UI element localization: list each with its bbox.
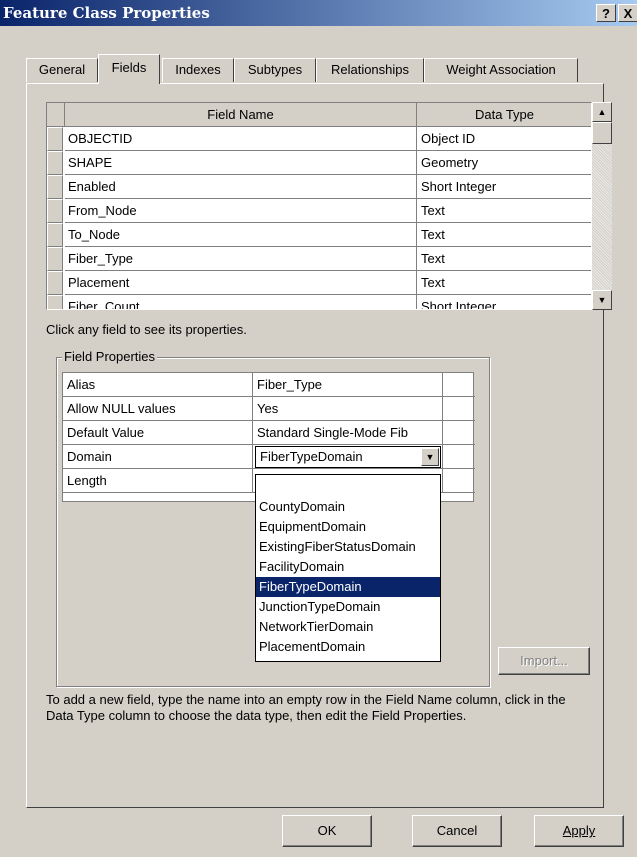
- domain-combobox[interactable]: FiberTypeDomain ▼: [255, 446, 441, 468]
- field-name-cell[interactable]: Fiber_Type: [65, 247, 417, 271]
- table-row[interactable]: Fiber_Count Short Integer: [47, 295, 591, 309]
- tab-indexes[interactable]: Indexes: [162, 58, 234, 82]
- dropdown-option[interactable]: FacilityDomain: [256, 557, 440, 577]
- property-name: Length: [63, 469, 253, 492]
- table-row[interactable]: SHAPE Geometry: [47, 151, 591, 175]
- table-row[interactable]: OBJECTID Object ID: [47, 127, 591, 151]
- property-name: Default Value: [63, 421, 253, 444]
- fields-hint: Click any field to see its properties.: [46, 322, 247, 337]
- field-name-cell[interactable]: OBJECTID: [65, 127, 417, 151]
- dropdown-option[interactable]: CountyDomain: [256, 497, 440, 517]
- help-text: To add a new field, type the name into a…: [46, 692, 566, 723]
- property-name: Allow NULL values: [63, 397, 253, 420]
- row-selector[interactable]: [47, 175, 63, 199]
- apply-button[interactable]: Apply: [534, 815, 624, 847]
- row-selector[interactable]: [47, 247, 63, 271]
- arrow-up-icon: ▲: [597, 107, 607, 117]
- dropdown-option[interactable]: JunctionTypeDomain: [256, 597, 440, 617]
- dropdown-option[interactable]: EquipmentDomain: [256, 517, 440, 537]
- row-selector[interactable]: [47, 127, 63, 151]
- property-value[interactable]: Fiber_Type: [253, 373, 443, 396]
- field-name-header[interactable]: Field Name: [65, 103, 417, 127]
- arrow-down-icon: ▼: [597, 295, 607, 305]
- grid-scrollbar[interactable]: ▲ ▼: [592, 102, 612, 310]
- data-type-cell[interactable]: Text: [417, 271, 591, 295]
- field-name-cell[interactable]: From_Node: [65, 199, 417, 223]
- dropdown-option[interactable]: PlacementDomain: [256, 637, 440, 657]
- property-value[interactable]: Yes: [253, 397, 443, 420]
- tab-fields[interactable]: Fields: [98, 54, 160, 84]
- table-row[interactable]: Enabled Short Integer: [47, 175, 591, 199]
- data-type-cell[interactable]: Text: [417, 223, 591, 247]
- tab-general[interactable]: General: [26, 58, 98, 82]
- row-selector[interactable]: [47, 223, 63, 247]
- domain-dropdown-button[interactable]: ▼: [421, 448, 439, 466]
- tab-weight-association[interactable]: Weight Association: [424, 58, 578, 82]
- data-type-cell[interactable]: Geometry: [417, 151, 591, 175]
- dropdown-option[interactable]: ExistingFiberStatusDomain: [256, 537, 440, 557]
- property-value[interactable]: Standard Single-Mode Fib: [253, 421, 443, 444]
- fields-grid[interactable]: Field Name Data Type OBJECTID Object ID …: [46, 102, 592, 310]
- data-type-cell[interactable]: Text: [417, 247, 591, 271]
- title-bar: Feature Class Properties ? X: [0, 0, 637, 26]
- dropdown-option-selected[interactable]: FiberTypeDomain: [256, 577, 440, 597]
- field-name-cell[interactable]: Placement: [65, 271, 417, 295]
- property-name: Domain: [63, 445, 253, 468]
- tab-relationships[interactable]: Relationships: [316, 58, 424, 82]
- field-properties-label: Field Properties: [62, 349, 158, 364]
- row-selector[interactable]: [47, 295, 63, 309]
- data-type-cell[interactable]: Object ID: [417, 127, 591, 151]
- data-type-cell[interactable]: Short Integer: [417, 295, 591, 309]
- chevron-down-icon: ▼: [425, 452, 435, 462]
- field-name-cell[interactable]: To_Node: [65, 223, 417, 247]
- tab-subtypes[interactable]: Subtypes: [234, 58, 316, 82]
- field-name-cell[interactable]: SHAPE: [65, 151, 417, 175]
- domain-dropdown-list[interactable]: CountyDomain EquipmentDomain ExistingFib…: [255, 474, 441, 662]
- property-row[interactable]: Default Value Standard Single-Mode Fib: [63, 421, 475, 445]
- table-row[interactable]: From_Node Text: [47, 199, 591, 223]
- scroll-up-button[interactable]: ▲: [592, 102, 612, 122]
- ok-button[interactable]: OK: [282, 815, 372, 847]
- dropdown-option[interactable]: NetworkTierDomain: [256, 617, 440, 637]
- table-row[interactable]: To_Node Text: [47, 223, 591, 247]
- data-type-cell[interactable]: Short Integer: [417, 175, 591, 199]
- close-icon: X: [623, 6, 633, 21]
- table-row[interactable]: Fiber_Type Text: [47, 247, 591, 271]
- help-button[interactable]: ?: [596, 4, 616, 22]
- property-row[interactable]: Allow NULL values Yes: [63, 397, 475, 421]
- scroll-thumb[interactable]: [592, 122, 612, 144]
- cancel-button[interactable]: Cancel: [412, 815, 502, 847]
- window-title: Feature Class Properties: [3, 4, 210, 22]
- domain-selected-value: FiberTypeDomain: [260, 449, 363, 464]
- dropdown-option-empty[interactable]: [256, 477, 440, 497]
- data-type-header[interactable]: Data Type: [417, 103, 591, 127]
- field-name-cell[interactable]: Enabled: [65, 175, 417, 199]
- row-selector[interactable]: [47, 151, 63, 175]
- grid-corner-header: [47, 103, 65, 127]
- help-icon: ?: [602, 6, 610, 21]
- scroll-down-button[interactable]: ▼: [592, 290, 612, 310]
- property-name: Alias: [63, 373, 253, 396]
- import-button[interactable]: Import...: [498, 647, 590, 675]
- row-selector[interactable]: [47, 271, 63, 295]
- field-name-cell[interactable]: Fiber_Count: [65, 295, 417, 309]
- property-row[interactable]: Alias Fiber_Type: [63, 373, 475, 397]
- table-row[interactable]: Placement Text: [47, 271, 591, 295]
- data-type-cell[interactable]: Text: [417, 199, 591, 223]
- row-selector[interactable]: [47, 199, 63, 223]
- close-button[interactable]: X: [618, 4, 637, 22]
